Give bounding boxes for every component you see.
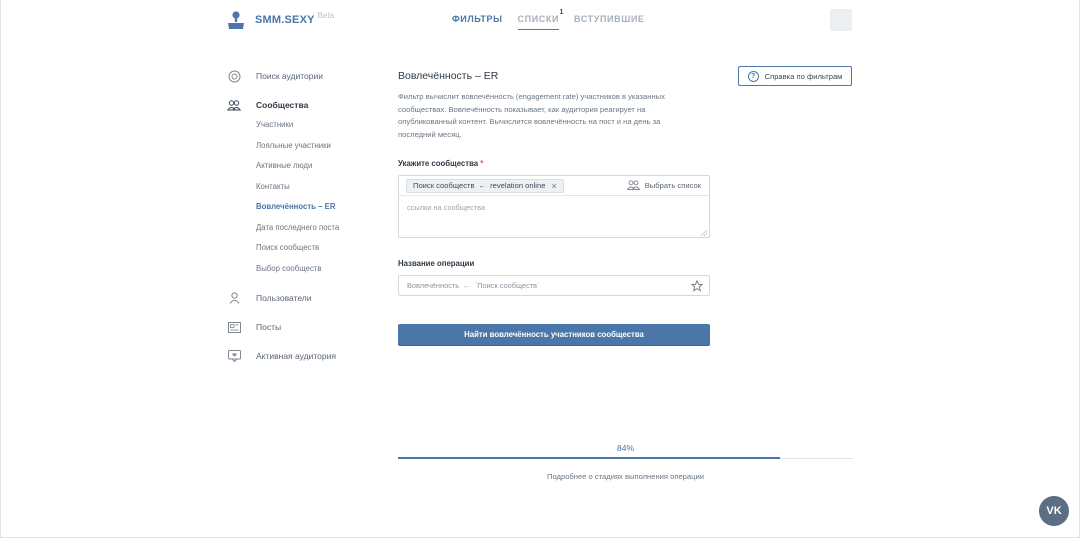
- sidebar-sub-members[interactable]: Участники: [256, 115, 376, 136]
- vk-icon[interactable]: VK: [1039, 496, 1069, 526]
- sidebar-sub-community-search[interactable]: Поиск сообществ: [256, 238, 376, 259]
- chip-target: revelation online: [490, 181, 546, 190]
- sidebar-sub-community-select[interactable]: Выбор сообществ: [256, 259, 376, 280]
- communities-label-text: Укажите сообщества: [398, 159, 479, 168]
- communities-submenu: Участники Лояльные участники Активные лю…: [226, 115, 376, 279]
- sidebar-item-active-audience[interactable]: Активная аудитория: [226, 346, 376, 366]
- sidebar-item-users[interactable]: Пользователи: [226, 288, 376, 308]
- tab-lists[interactable]: СПИСКИ 1: [517, 9, 564, 30]
- sidebar: Поиск аудитории Сообщества Участники Лоя…: [226, 66, 376, 375]
- filters-help-label: Справка по фильтрам: [764, 71, 843, 81]
- links-placeholder: ссылки на сообщества: [407, 203, 486, 212]
- sidebar-sub-active-people[interactable]: Активные люди: [256, 156, 376, 177]
- find-engagement-button[interactable]: Найти вовлечённость участников сообществ…: [398, 324, 710, 345]
- sidebar-item-communities[interactable]: Сообщества: [226, 95, 376, 115]
- tab-lists-label: СПИСКИ: [517, 14, 560, 24]
- communities-field: Поиск сообществ ← revelation online × Вы…: [398, 175, 710, 238]
- required-mark: *: [480, 159, 484, 168]
- sidebar-item-label: Активная аудитория: [256, 351, 336, 361]
- heart-chat-icon: [226, 348, 242, 364]
- posts-icon: [226, 319, 242, 335]
- logo-text: SMM.SEXY: [255, 14, 315, 26]
- page-title: Вовлечённость – ER: [398, 70, 499, 82]
- sidebar-sub-last-post-date[interactable]: Дата последнего поста: [256, 218, 376, 239]
- sidebar-item-label: Сообщества: [256, 100, 309, 110]
- sidebar-item-posts[interactable]: Посты: [226, 317, 376, 337]
- choose-list-button[interactable]: Выбрать список: [626, 180, 701, 190]
- sidebar-item-label: Посты: [256, 322, 282, 332]
- progress-percent: 84%: [616, 443, 634, 453]
- progress-bar: [398, 457, 853, 459]
- target-icon: [226, 68, 242, 84]
- resize-handle-icon[interactable]: [701, 230, 707, 236]
- sidebar-item-label: Пользователи: [256, 293, 312, 303]
- logo-beta: Beta: [317, 10, 335, 20]
- operation-name-input[interactable]: Вовлечённость ← `Поиск сообществ`: [398, 275, 710, 296]
- community-chip[interactable]: Поиск сообществ ← revelation online ×: [406, 178, 564, 193]
- operation-name-label: Название операции: [398, 259, 475, 268]
- sidebar-sub-loyal-members[interactable]: Лояльные участники: [256, 136, 376, 157]
- user-icon: [226, 290, 242, 306]
- question-icon: ?: [747, 70, 759, 82]
- sidebar-sub-engagement-er[interactable]: Вовлечённость – ER: [256, 197, 376, 218]
- sidebar-item-label: Поиск аудитории: [256, 71, 323, 81]
- communities-label: Укажите сообщества *: [398, 159, 483, 168]
- chip-arrow: ←: [478, 181, 487, 190]
- group-icon: [626, 180, 640, 190]
- sidebar-item-audience-search[interactable]: Поиск аудитории: [226, 66, 376, 86]
- chip-source: Поиск сообществ: [413, 181, 475, 190]
- tab-lists-badge: 1: [559, 9, 565, 16]
- selected-communities-row: Поиск сообществ ← revelation online × Вы…: [399, 176, 709, 196]
- operation-stages-link[interactable]: Подробнее о стадиях выполнения операции: [398, 472, 853, 481]
- logo[interactable]: SMM.SEXY Beta: [226, 10, 334, 30]
- progress-fill: [398, 457, 781, 459]
- operation-name-value: Вовлечённость ← `Поиск сообществ`: [407, 281, 540, 290]
- tab-joined[interactable]: ВСТУПИВШИЕ: [574, 14, 644, 30]
- sidebar-sub-contacts[interactable]: Контакты: [256, 177, 376, 198]
- top-nav: ФИЛЬТРЫ СПИСКИ 1 ВСТУПИВШИЕ: [452, 9, 660, 30]
- filters-help-button[interactable]: ? Справка по фильтрам: [738, 66, 852, 86]
- community-links-textarea[interactable]: ссылки на сообщества: [399, 196, 709, 238]
- filter-description: Фильтр вычислит вовлечённость (engagemen…: [398, 92, 665, 139]
- joystick-logo-icon: [228, 11, 244, 29]
- chip-remove-icon[interactable]: ×: [551, 181, 556, 191]
- avatar[interactable]: [830, 9, 852, 31]
- choose-list-label: Выбрать список: [644, 180, 701, 190]
- tab-filters[interactable]: ФИЛЬТРЫ: [452, 14, 503, 30]
- star-icon[interactable]: [691, 280, 703, 292]
- group-icon: [226, 97, 242, 113]
